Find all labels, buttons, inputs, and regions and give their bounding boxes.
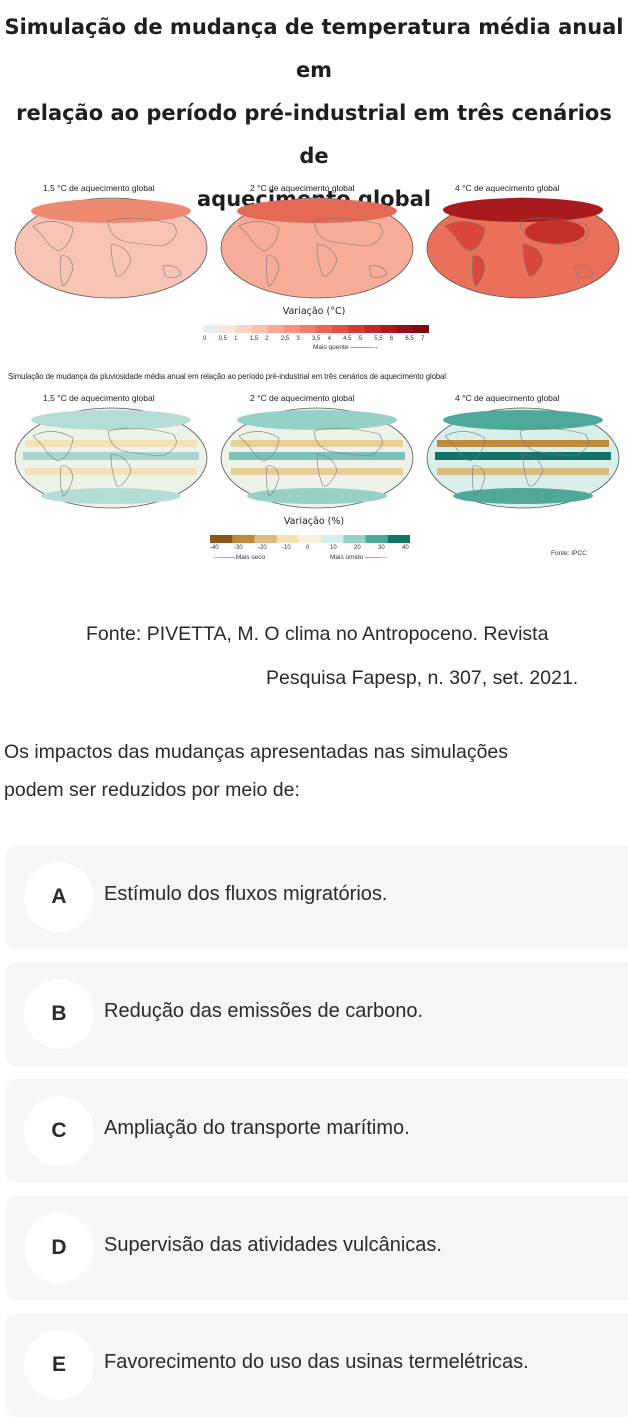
- warmer-label: Mais quente ————→: [313, 344, 379, 351]
- citation-line-2: Pesquisa Fapesp, n. 307, set. 2021.: [266, 667, 579, 689]
- precipitation-map-1-5c: [14, 407, 208, 509]
- title-line: Simulação de mudança de temperatura médi…: [4, 15, 624, 82]
- scale-tick-label: 4: [327, 336, 331, 342]
- temperature-map-1-5c: [14, 197, 208, 299]
- scale-swatch: [396, 325, 414, 333]
- scale-tick-label: 3,5: [312, 336, 321, 342]
- question-text: Os impactos das mudanças apresentadas na…: [4, 733, 624, 809]
- scale-tick-label: 30: [378, 545, 385, 551]
- scale-tick-label: 10: [330, 545, 337, 551]
- title-line: relação ao período pré-industrial em trê…: [16, 101, 612, 168]
- scale-swatch: [283, 325, 301, 333]
- temperature-map-4c: [426, 197, 620, 299]
- scale-swatch: [321, 535, 344, 543]
- option-a[interactable]: A Estímulo dos fluxos migratórios.: [6, 845, 628, 949]
- temperature-map-2c: [220, 197, 414, 299]
- scale-swatch: [316, 325, 333, 333]
- option-d[interactable]: D Supervisão das atividades vulcânicas.: [6, 1196, 628, 1300]
- scale-swatch: [232, 535, 255, 543]
- temperature-color-scale: [203, 325, 429, 333]
- wetter-label-text: Mais úmido: [330, 554, 364, 561]
- scale-swatch: [343, 535, 367, 543]
- precipitation-legend-title: Variação (%): [283, 516, 345, 527]
- temp-map-label-3: 4 °C de aquecimento global: [455, 183, 560, 193]
- scale-swatch: [251, 325, 269, 333]
- scale-tick-label: 5: [358, 336, 363, 342]
- scale-tick-label: 2: [265, 336, 269, 342]
- option-b[interactable]: B Redução das emissões de carbono.: [6, 962, 628, 1066]
- warmer-label-text: Mais quente: [313, 344, 349, 351]
- scale-tick-label: 7: [421, 336, 425, 342]
- scale-swatch: [380, 325, 398, 333]
- option-letter: D: [24, 1213, 94, 1283]
- scale-swatch: [332, 325, 349, 333]
- scale-swatch: [254, 535, 278, 543]
- wetter-label: Mais úmido ———→: [330, 554, 388, 561]
- scale-tick-label: 5,5: [374, 336, 383, 342]
- scale-tick-label: 1,5: [249, 336, 259, 342]
- option-text: Ampliação do transporte marítimo.: [104, 1117, 410, 1139]
- precipitation-color-scale: [210, 535, 410, 543]
- scale-tick-label: 2,5: [280, 336, 290, 342]
- option-text: Estímulo dos fluxos migratórios.: [104, 883, 388, 905]
- precip-map-label-2: 2 °C de aquecimento global: [250, 393, 355, 403]
- scale-tick-label: 0,5: [218, 336, 227, 342]
- scale-tick-label: 0: [306, 545, 310, 551]
- temp-map-label-2: 2 °C de aquecimento global: [250, 183, 355, 193]
- scale-tick-label: 20: [354, 545, 361, 551]
- scale-swatch: [387, 535, 410, 543]
- scale-swatch: [219, 325, 236, 333]
- precipitation-subtitle: Simulação de mudança da pluviosidade méd…: [8, 372, 446, 381]
- scale-swatch: [412, 325, 429, 333]
- option-letter: B: [24, 979, 94, 1049]
- citation-line-1: Fonte: PIVETTA, M. O clima no Antropocen…: [86, 623, 549, 645]
- temperature-scale-ticks: 0 0,5 1 1,5 2 2,5 3 3,5 4 4,5 5 5,5 6 6,5 7: [203, 336, 429, 344]
- climate-figure: 1,5 °C de aquecimento global 2 °C de aqu…: [0, 170, 628, 580]
- scale-swatch: [298, 535, 322, 543]
- option-text: Favorecimento do uso das usinas termelét…: [104, 1351, 529, 1373]
- scale-swatch: [348, 325, 365, 333]
- scale-tick-label: 4,5: [343, 336, 352, 342]
- option-c[interactable]: C Ampliação do transporte marítimo.: [6, 1079, 628, 1183]
- figure-source-note: Fonte: IPCC: [551, 550, 587, 557]
- question-line: podem ser reduzidos por meio de:: [4, 779, 300, 801]
- precip-map-label-3: 4 °C de aquecimento global: [455, 393, 560, 403]
- scale-tick-label: 0: [203, 336, 207, 342]
- drier-label: ←——— Mais seco: [212, 554, 266, 561]
- option-text: Redução das emissões de carbono.: [104, 1000, 424, 1022]
- precipitation-map-4c: [426, 407, 620, 509]
- scale-swatch: [210, 535, 233, 543]
- option-letter: C: [24, 1096, 94, 1166]
- scale-tick-label: 1: [234, 336, 238, 342]
- scale-swatch: [267, 325, 285, 333]
- scale-tick-label: -20: [258, 545, 267, 551]
- scale-tick-label: -30: [234, 545, 243, 551]
- question-line: Os impactos das mudanças apresentadas na…: [4, 741, 509, 763]
- option-text: Supervisão das atividades vulcânicas.: [104, 1234, 442, 1256]
- scale-swatch: [235, 325, 252, 333]
- scale-swatch: [364, 325, 382, 333]
- temp-map-label-1: 1,5 °C de aquecimento global: [43, 183, 155, 193]
- precip-map-label-1: 1,5 °C de aquecimento global: [43, 393, 155, 403]
- scale-tick-label: 3: [296, 336, 300, 342]
- option-e[interactable]: E Favorecimento do uso das usinas termel…: [6, 1313, 628, 1417]
- precipitation-scale-ticks: -40 -30 -20 -10 0 10 20 30 40: [210, 545, 410, 553]
- option-letter: E: [24, 1330, 94, 1400]
- option-letter: A: [24, 862, 94, 932]
- scale-tick-label: 6: [389, 336, 394, 342]
- temperature-legend-title: Variação (°C): [282, 306, 346, 317]
- scale-swatch: [276, 535, 300, 543]
- scale-swatch: [299, 325, 317, 333]
- precipitation-map-2c: [220, 407, 414, 509]
- scale-swatch: [365, 535, 389, 543]
- scale-tick-label: -10: [282, 545, 291, 551]
- drier-label-text: Mais seco: [235, 554, 266, 561]
- scale-tick-label: -40: [210, 545, 219, 551]
- scale-tick-label: 40: [402, 545, 409, 551]
- scale-swatch: [203, 325, 220, 333]
- scale-tick-label: 6,5: [405, 336, 414, 342]
